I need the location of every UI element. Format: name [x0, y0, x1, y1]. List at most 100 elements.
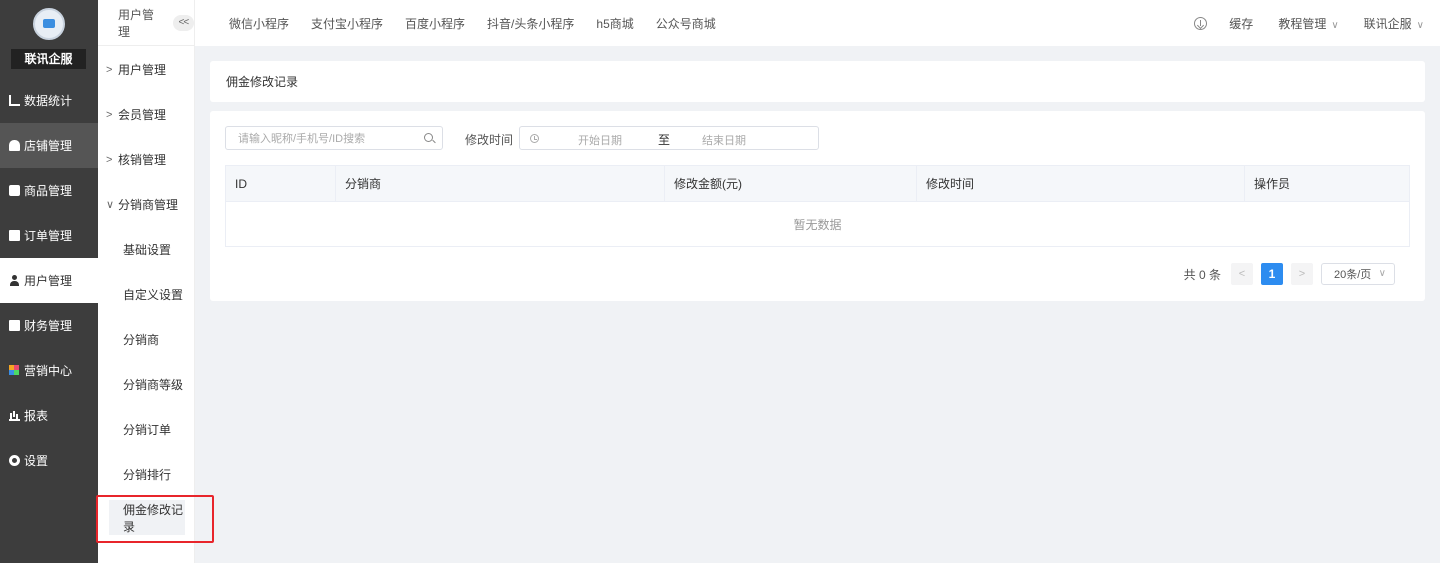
chevron-right-icon: > [106, 108, 113, 121]
tab-alipay-miniprogram[interactable]: 支付宝小程序 [311, 15, 383, 32]
page-size-select[interactable]: 20条/页 ∨ [1321, 263, 1395, 285]
subnav-item-custom-settings[interactable]: 自定义设置 [98, 272, 195, 317]
page-title-card: 佣金修改记录 [210, 61, 1425, 102]
brand-logo-icon [33, 8, 65, 40]
subnav-item-label: 分销订单 [123, 423, 172, 437]
subnav-item-distribution-orders[interactable]: 分销订单 [98, 407, 195, 452]
sidebar-item-label: 店铺管理 [24, 139, 73, 153]
shop-icon [9, 140, 20, 151]
goods-icon [9, 185, 20, 196]
chart-line-icon [9, 95, 20, 106]
subnav-item-label: 自定义设置 [123, 288, 184, 302]
column-header-operator: 操作员 [1254, 177, 1291, 191]
sidebar-item-marketing[interactable]: 营销中心 [0, 348, 98, 393]
date-start-input[interactable]: 开始日期 [578, 132, 622, 148]
search-input[interactable]: 请输入昵称/手机号/ID搜索 [225, 126, 443, 150]
brand-area: 联讯企服 [0, 0, 98, 78]
brand-name: 联讯企服 [11, 49, 86, 69]
sidebar-item-label: 订单管理 [24, 229, 73, 243]
date-filter-label: 修改时间 [465, 133, 514, 147]
gear-icon [9, 455, 20, 466]
tutorial-menu-label: 教程管理 [1278, 16, 1327, 31]
column-header-distributor: 分销商 [336, 166, 665, 201]
sidebar-item-data-stats[interactable]: 数据统计 [0, 78, 98, 123]
tab-h5-mall[interactable]: h5商城 [596, 15, 633, 32]
sidebar-item-label: 用户管理 [24, 274, 73, 288]
sidebar-item-settings[interactable]: 设置 [0, 438, 98, 483]
top-right-actions: 缓存 教程管理 ∨ 联讯企服 ∨ [1194, 0, 1440, 46]
sidebar-item-orders[interactable]: 订单管理 [0, 213, 98, 258]
clock-icon [530, 134, 539, 143]
subnav-group-user-manage[interactable]: > 用户管理 [98, 47, 195, 92]
finance-icon [9, 320, 20, 331]
next-page-button[interactable]: > [1291, 263, 1313, 285]
search-placeholder: 请输入昵称/手机号/ID搜索 [238, 133, 366, 145]
subnav-group-label: 分销商管理 [118, 198, 179, 212]
sidebar-item-label: 财务管理 [24, 319, 73, 333]
search-icon[interactable] [424, 133, 433, 142]
chevron-down-icon: ∨ [1416, 19, 1424, 31]
subnav-group-label: 会员管理 [118, 108, 167, 122]
subnav-item-label: 分销排行 [123, 468, 172, 482]
column-header-id: ID [226, 166, 336, 201]
subnav-item-label: 分销商 [123, 333, 160, 347]
subnav-group-distributor-manage[interactable]: ∨ 分销商管理 [98, 182, 195, 227]
sidebar-item-label: 设置 [24, 454, 49, 468]
sidebar-item-reports[interactable]: 报表 [0, 393, 98, 438]
sidebar-item-label: 商品管理 [24, 184, 73, 198]
tab-wechat-miniprogram[interactable]: 微信小程序 [229, 15, 289, 32]
sub-sidebar: 用户管理 << > 用户管理 > 会员管理 > 核销管理 ∨ 分销商管理 基础设… [98, 0, 195, 563]
subnav-item-label: 佣金修改记录 [123, 502, 184, 534]
subnav-item-commission-records[interactable]: 佣金修改记录 [109, 500, 185, 535]
tab-douyin-miniprogram[interactable]: 抖音/头条小程序 [487, 15, 574, 32]
report-icon [9, 410, 20, 421]
column-header-time: 修改时间 [917, 166, 1245, 201]
tab-official-account-mall[interactable]: 公众号商城 [656, 15, 716, 32]
main-sidebar: 联讯企服 数据统计 店铺管理 商品管理 订单管理 用户管理 财务管理 营销中心 … [0, 0, 98, 563]
sidebar-item-users[interactable]: 用户管理 [0, 258, 98, 303]
subnav-item-basic-settings[interactable]: 基础设置 [98, 227, 195, 272]
pagination: 共 0 条 < 1 > 20条/页 ∨ [1184, 263, 1395, 285]
sidebar-item-shop[interactable]: 店铺管理 [0, 123, 98, 168]
sidebar-item-label: 报表 [24, 409, 49, 423]
sub-sidebar-title: 用户管理 [118, 7, 155, 39]
subnav-item-distribution-ranking[interactable]: 分销排行 [98, 452, 195, 497]
sidebar-item-finance[interactable]: 财务管理 [0, 303, 98, 348]
date-end-input[interactable]: 结束日期 [702, 132, 746, 148]
user-menu-label: 联讯企服 [1363, 16, 1412, 31]
sidebar-item-goods[interactable]: 商品管理 [0, 168, 98, 213]
collapse-button[interactable]: << [172, 14, 194, 31]
subnav-group-verify-manage[interactable]: > 核销管理 [98, 137, 195, 182]
sidebar-item-label: 数据统计 [24, 94, 73, 108]
page-number-current[interactable]: 1 [1261, 263, 1283, 285]
user-menu[interactable]: 联讯企服 ∨ [1364, 15, 1424, 32]
chevron-down-icon: ∨ [1378, 268, 1386, 279]
pagination-total: 共 0 条 [1183, 267, 1221, 282]
sidebar-item-label: 营销中心 [24, 364, 73, 378]
column-header-amount: 修改金额(元) [665, 166, 917, 201]
chevron-down-icon: ∨ [1331, 19, 1339, 31]
subnav-item-label: 基础设置 [123, 243, 172, 257]
chevron-right-icon: > [106, 63, 113, 76]
date-range-picker[interactable]: 开始日期 至 结束日期 [519, 126, 819, 150]
records-table: ID 分销商 修改金额(元) 修改时间 操作员 暂无数据 [225, 165, 1410, 247]
subnav-group-label: 用户管理 [118, 63, 167, 77]
top-bar: 微信小程序 支付宝小程序 百度小程序 抖音/头条小程序 h5商城 公众号商城 缓… [195, 0, 1440, 46]
date-range-separator: 至 [658, 133, 671, 147]
subnav-item-distributors[interactable]: 分销商 [98, 317, 195, 362]
user-icon [9, 275, 20, 286]
tab-baidu-miniprogram[interactable]: 百度小程序 [405, 15, 465, 32]
chevron-down-icon: ∨ [106, 199, 115, 211]
download-icon[interactable] [1194, 16, 1208, 30]
subnav-group-member-manage[interactable]: > 会员管理 [98, 92, 195, 137]
sub-sidebar-header: 用户管理 << [98, 0, 194, 46]
marketing-icon [9, 365, 20, 376]
page-title: 佣金修改记录 [226, 75, 299, 89]
subnav-item-distributor-levels[interactable]: 分销商等级 [98, 362, 195, 407]
cache-button[interactable]: 缓存 [1229, 15, 1253, 32]
page-size-value: 20条/页 [1334, 269, 1372, 281]
prev-page-button[interactable]: < [1231, 263, 1253, 285]
subnav-item-label: 分销商等级 [123, 378, 184, 392]
tutorial-menu[interactable]: 教程管理 ∨ [1278, 15, 1338, 32]
table-empty-state: 暂无数据 [793, 217, 842, 232]
